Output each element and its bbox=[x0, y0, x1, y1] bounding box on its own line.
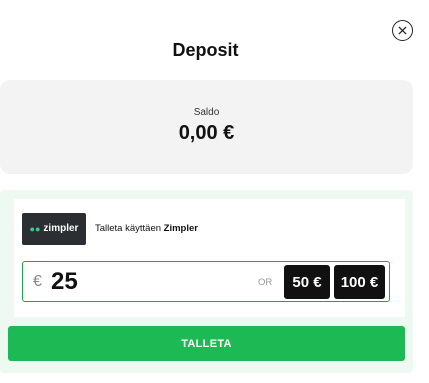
balance-value: 0,00 € bbox=[178, 122, 235, 144]
deposit-form: ●● zimpler Talleta käyttäen Zimpler € OR… bbox=[14, 199, 405, 317]
provider-name: Zimpler bbox=[163, 223, 198, 234]
or-label: OR bbox=[258, 277, 273, 288]
zimpler-logo-text: zimpler bbox=[43, 223, 79, 234]
deposit-submit-button[interactable]: TALLETA bbox=[8, 326, 405, 361]
balance-card: Saldo 0,00 € bbox=[0, 80, 413, 174]
zimpler-mark-icon: ●● bbox=[29, 223, 41, 234]
provider-description: Talleta käyttäen Zimpler bbox=[95, 223, 198, 234]
preset-50-button[interactable]: 50 € bbox=[284, 265, 330, 299]
zimpler-logo: ●● zimpler bbox=[22, 213, 86, 245]
amount-input[interactable] bbox=[51, 267, 201, 297]
amount-field: € OR 50 € 100 € bbox=[22, 261, 390, 302]
page-title: Deposit bbox=[172, 40, 239, 60]
close-x-glyph bbox=[398, 26, 407, 35]
close-icon[interactable] bbox=[392, 20, 413, 41]
preset-100-button[interactable]: 100 € bbox=[334, 265, 385, 299]
deposit-panel: ●● zimpler Talleta käyttäen Zimpler € OR… bbox=[0, 190, 413, 373]
provider-prefix: Talleta käyttäen bbox=[95, 223, 164, 234]
currency-symbol: € bbox=[33, 273, 42, 290]
balance-label: Saldo bbox=[193, 107, 220, 118]
